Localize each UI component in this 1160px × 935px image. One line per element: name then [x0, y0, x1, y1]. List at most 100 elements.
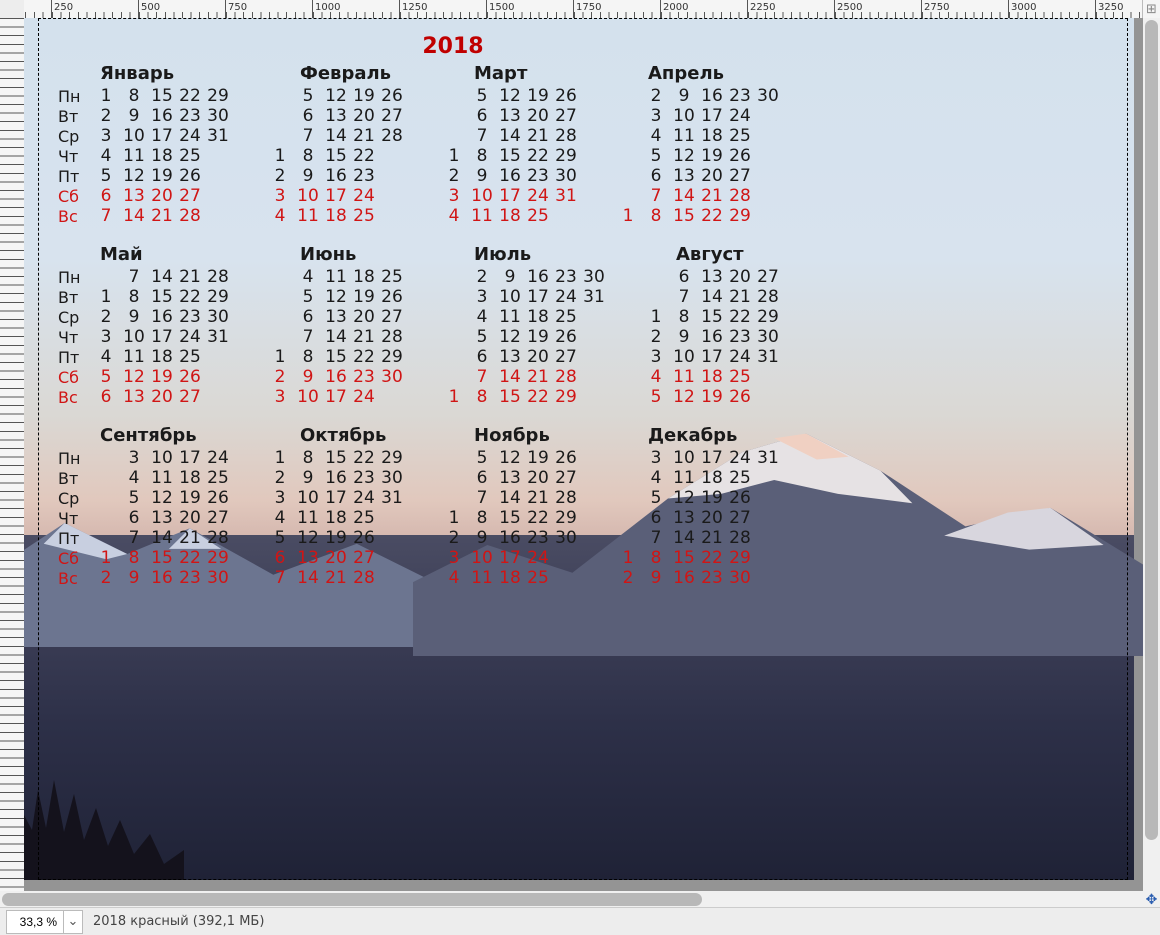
- day-cell: 29: [726, 548, 754, 568]
- day-cell: 17: [524, 287, 552, 307]
- month-block: Февраль512192661320277142128181522291623…: [258, 63, 406, 226]
- day-cell: 5: [92, 367, 120, 387]
- day-cell: 14: [698, 287, 726, 307]
- ruler-corner-button[interactable]: ⊞: [1142, 0, 1160, 19]
- day-cell: [440, 347, 468, 367]
- day-cell: 6: [468, 468, 496, 488]
- weekday-label: Вс: [58, 569, 92, 588]
- day-cell: 3: [92, 327, 120, 347]
- day-cell: 14: [322, 126, 350, 146]
- day-cell: 19: [322, 528, 350, 548]
- month-block: Ноябрь5121926613202771421281815222929162…: [432, 425, 580, 588]
- horizontal-scrollbar[interactable]: [0, 891, 1143, 908]
- day-cell: 3: [266, 387, 294, 407]
- day-cell: 25: [552, 307, 580, 327]
- day-cell: 4: [294, 267, 322, 287]
- image-canvas[interactable]: 2018 ЯнварьПн18152229Вт29162330Ср3101724…: [24, 18, 1134, 880]
- day-cell: 16: [322, 166, 350, 186]
- day-cell: 5: [642, 387, 670, 407]
- day-cell: 10: [468, 548, 496, 568]
- zoom-control[interactable]: ⌄: [6, 910, 83, 934]
- status-text: 2018 красный (392,1 МБ): [93, 914, 264, 929]
- day-cell: 5: [468, 448, 496, 468]
- day-cell: 21: [322, 568, 350, 588]
- day-cell: 31: [552, 186, 580, 206]
- day-cell: [266, 267, 294, 287]
- day-cell: 23: [176, 106, 204, 126]
- day-cell: 4: [440, 568, 468, 588]
- day-cell: 30: [378, 468, 406, 488]
- ruler-horizontal[interactable]: 0250500750100012501500175020002250250027…: [24, 0, 1143, 19]
- day-cell: 26: [204, 488, 232, 508]
- day-cell: 12: [670, 387, 698, 407]
- day-cell: 25: [726, 468, 754, 488]
- day-cell: 27: [378, 307, 406, 327]
- day-cell: 16: [148, 307, 176, 327]
- day-cell: 3: [92, 126, 120, 146]
- day-cell: 1: [266, 347, 294, 367]
- day-cell: 11: [670, 126, 698, 146]
- day-cell: [378, 528, 406, 548]
- canvas-scroll-area[interactable]: 2018 ЯнварьПн18152229Вт29162330Ср3101724…: [24, 18, 1143, 891]
- month-block: МайПн7142128Вт18152229Ср29162330Чт310172…: [58, 244, 232, 407]
- month-name: Январь: [100, 63, 232, 84]
- day-cell: 20: [322, 548, 350, 568]
- day-cell: 10: [670, 448, 698, 468]
- ruler-vertical[interactable]: [0, 18, 25, 891]
- day-cell: 17: [148, 126, 176, 146]
- day-cell: 1: [614, 548, 642, 568]
- day-cell: 19: [350, 287, 378, 307]
- day-cell: 4: [266, 508, 294, 528]
- day-cell: 13: [496, 347, 524, 367]
- day-cell: 27: [552, 106, 580, 126]
- day-cell: 7: [92, 206, 120, 226]
- day-cell: 6: [92, 387, 120, 407]
- month-name: Февраль: [300, 63, 406, 84]
- day-cell: 18: [496, 206, 524, 226]
- day-cell: 24: [204, 448, 232, 468]
- day-cell: 22: [176, 548, 204, 568]
- day-cell: 31: [754, 448, 782, 468]
- day-cell: 9: [120, 568, 148, 588]
- day-cell: 8: [642, 206, 670, 226]
- month-block: Март512192661320277142128181522292916233…: [432, 63, 580, 226]
- zoom-dropdown-button[interactable]: ⌄: [63, 911, 82, 933]
- day-cell: 30: [378, 367, 406, 387]
- day-cell: [92, 267, 120, 287]
- navigation-icon[interactable]: ✥: [1143, 891, 1160, 908]
- day-cell: 14: [670, 528, 698, 548]
- day-cell: 8: [294, 146, 322, 166]
- day-cell: 15: [670, 206, 698, 226]
- day-cell: 22: [726, 307, 754, 327]
- zoom-input[interactable]: [7, 911, 63, 933]
- day-cell: 7: [468, 126, 496, 146]
- horizontal-scrollbar-thumb[interactable]: [2, 893, 702, 906]
- vertical-scrollbar[interactable]: [1143, 18, 1160, 891]
- month-name: Март: [474, 63, 580, 84]
- day-cell: 27: [176, 186, 204, 206]
- day-cell: 22: [524, 508, 552, 528]
- day-cell: 24: [524, 548, 552, 568]
- day-cell: 10: [294, 488, 322, 508]
- day-cell: 24: [726, 106, 754, 126]
- day-cell: 30: [580, 267, 608, 287]
- day-cell: 11: [120, 146, 148, 166]
- day-cell: 2: [468, 267, 496, 287]
- day-cell: 16: [496, 528, 524, 548]
- day-cell: 6: [294, 307, 322, 327]
- day-cell: 17: [496, 548, 524, 568]
- day-cell: 17: [322, 488, 350, 508]
- day-cell: 30: [204, 307, 232, 327]
- day-cell: 11: [670, 367, 698, 387]
- day-cell: 3: [642, 448, 670, 468]
- day-cell: 15: [322, 146, 350, 166]
- day-cell: 14: [294, 568, 322, 588]
- day-cell: [614, 106, 642, 126]
- day-cell: 4: [642, 468, 670, 488]
- ruler-tick-label: 1250: [402, 2, 427, 13]
- day-cell: 20: [524, 106, 552, 126]
- day-cell: 8: [294, 347, 322, 367]
- day-cell: 26: [552, 327, 580, 347]
- vertical-scrollbar-thumb[interactable]: [1145, 20, 1158, 840]
- day-cell: 27: [726, 508, 754, 528]
